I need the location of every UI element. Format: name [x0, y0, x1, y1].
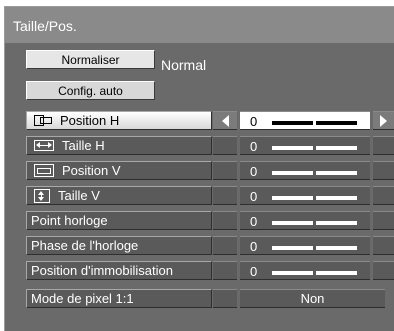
position-h-text: Position H: [60, 113, 120, 128]
taille-v-text: Taille V: [58, 188, 100, 203]
phase-horloge-value[interactable]: 0: [240, 236, 370, 255]
taille-h-value[interactable]: 0: [240, 136, 370, 155]
normalize-button[interactable]: Normaliser: [26, 50, 155, 69]
slider-knob[interactable]: [313, 219, 316, 225]
row-right-cell: [373, 161, 394, 180]
slider-knob[interactable]: [313, 244, 316, 250]
row-right-cell: [373, 211, 394, 230]
position-v-text: Position V: [62, 163, 121, 178]
position-v-icon: [34, 164, 54, 177]
slider-knob[interactable]: [313, 119, 316, 125]
decrease-arrow-button[interactable]: [213, 111, 237, 130]
position-h-value[interactable]: 0: [240, 111, 370, 130]
auto-config-button[interactable]: Config. auto: [26, 81, 155, 100]
phase-horloge-number: 0: [250, 239, 258, 254]
row-taille-h[interactable]: Taille H 0: [5, 134, 394, 158]
arrow-right-icon: [380, 115, 387, 127]
slider-knob[interactable]: [313, 194, 316, 200]
position-immobilisation-value[interactable]: 0: [240, 261, 370, 280]
mode-pixel-text: Mode de pixel 1:1: [31, 291, 134, 306]
row-separator: [213, 236, 237, 255]
position-immobilisation-label[interactable]: Position d'immobilisation: [26, 261, 212, 280]
taille-v-label[interactable]: Taille V: [26, 186, 212, 205]
row-right-cell: [373, 136, 394, 155]
row-mode-pixel[interactable]: Mode de pixel 1:1 Non: [5, 287, 394, 311]
phase-horloge-text: Phase de l'horloge: [31, 238, 139, 253]
taille-h-slider[interactable]: [272, 144, 357, 150]
point-horloge-number: 0: [250, 214, 258, 229]
position-v-number: 0: [250, 164, 258, 179]
position-immobilisation-slider[interactable]: [272, 269, 357, 275]
row-point-horloge[interactable]: Point horloge 0: [5, 209, 394, 233]
slider-knob[interactable]: [313, 169, 316, 175]
slider-knob[interactable]: [313, 144, 316, 150]
position-h-icon: [34, 115, 52, 126]
row-right-cell: [373, 261, 394, 280]
row-separator: [213, 211, 237, 230]
mode-pixel-value[interactable]: Non: [240, 289, 385, 308]
position-v-value[interactable]: 0: [240, 161, 370, 180]
taille-h-label[interactable]: Taille H: [26, 136, 212, 155]
taille-v-icon: [34, 188, 50, 203]
phase-horloge-slider[interactable]: [272, 244, 357, 250]
position-h-label[interactable]: Position H: [26, 111, 212, 130]
mode-pixel-label[interactable]: Mode de pixel 1:1: [26, 289, 212, 308]
point-horloge-label[interactable]: Point horloge: [26, 211, 212, 230]
row-separator: [213, 136, 237, 155]
increase-arrow-button[interactable]: [373, 111, 394, 130]
position-h-number: 0: [250, 114, 258, 129]
taille-h-number: 0: [250, 139, 258, 154]
taille-v-value[interactable]: 0: [240, 186, 370, 205]
position-immobilisation-text: Position d'immobilisation: [31, 263, 173, 278]
taille-h-text: Taille H: [62, 138, 105, 153]
point-horloge-text: Point horloge: [31, 213, 108, 228]
position-h-slider[interactable]: [272, 119, 357, 125]
taille-v-slider[interactable]: [272, 194, 357, 200]
row-position-immobilisation[interactable]: Position d'immobilisation 0: [5, 259, 394, 283]
phase-horloge-label[interactable]: Phase de l'horloge: [26, 236, 212, 255]
row-right-cell: [373, 236, 394, 255]
taille-v-number: 0: [250, 189, 258, 204]
point-horloge-slider[interactable]: [272, 219, 357, 225]
row-phase-horloge[interactable]: Phase de l'horloge 0: [5, 234, 394, 258]
row-position-v[interactable]: Position V 0: [5, 159, 394, 183]
row-taille-v[interactable]: Taille V 0: [5, 184, 394, 208]
row-separator: [213, 186, 237, 205]
normalize-value: Normal: [161, 57, 207, 73]
row-separator: [213, 161, 237, 180]
arrow-left-icon: [222, 115, 229, 127]
position-v-slider[interactable]: [272, 169, 357, 175]
position-v-label[interactable]: Position V: [26, 161, 212, 180]
panel-title: Taille/Pos.: [13, 18, 77, 34]
row-position-h[interactable]: Position H 0: [5, 109, 394, 133]
taille-h-icon: [34, 140, 54, 151]
point-horloge-value[interactable]: 0: [240, 211, 370, 230]
taille-pos-panel: Taille/Pos. Normaliser Normal Config. au…: [4, 6, 394, 331]
row-separator: [213, 261, 237, 280]
row-right-cell: [373, 186, 394, 205]
position-immobilisation-number: 0: [250, 264, 258, 279]
panel-header: Taille/Pos.: [5, 7, 394, 43]
row-separator: [213, 289, 237, 308]
slider-knob[interactable]: [313, 269, 316, 275]
